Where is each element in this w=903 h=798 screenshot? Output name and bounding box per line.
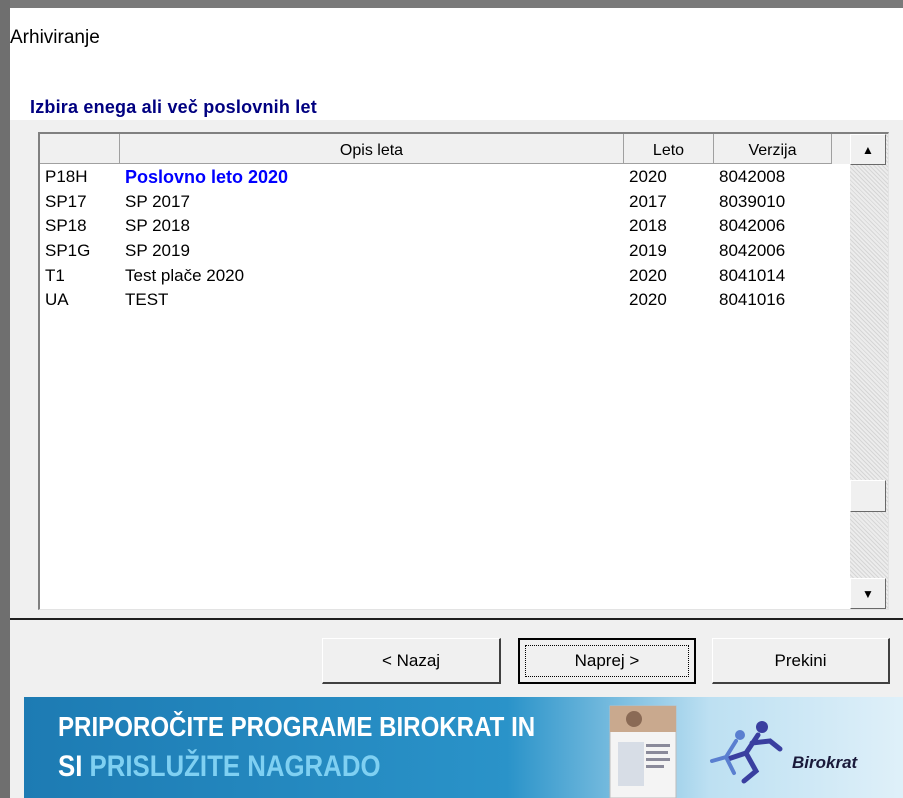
table-row[interactable]: P18H Poslovno leto 2020 2020 8042008 [40, 165, 850, 190]
cancel-button[interactable]: Prekini [712, 638, 890, 684]
column-header-version[interactable]: Verzija [714, 134, 832, 164]
business-years-grid[interactable]: Opis leta Leto Verzija P18H Poslovno let… [38, 132, 889, 610]
cell-version: 8039010 [719, 191, 786, 211]
cell-version: 8042006 [719, 216, 786, 236]
scroll-up-arrow-icon: ▲ [862, 142, 874, 157]
cell-code: UA [45, 290, 69, 310]
table-row[interactable]: UA TEST 2020 8041016 [40, 288, 850, 313]
banner-subline-prefix: SI [58, 750, 90, 783]
book-image-icon [609, 705, 677, 798]
table-row[interactable]: SP1G SP 2019 2019 8042006 [40, 239, 850, 264]
cell-year: 2020 [629, 265, 667, 285]
cell-description: SP 2019 [125, 241, 190, 261]
scroll-up-button[interactable]: ▲ [850, 134, 886, 165]
cell-code: P18H [45, 167, 88, 187]
window-frame-top [0, 0, 903, 8]
archive-dialog: Arhiviranje Izbira enega ali več poslovn… [0, 0, 903, 798]
cell-code: SP17 [45, 191, 87, 211]
grid-header: Opis leta Leto Verzija [40, 134, 850, 164]
scrollbar-thumb[interactable] [850, 480, 886, 512]
column-header-description[interactable]: Opis leta [120, 134, 624, 164]
table-row[interactable]: SP18 SP 2018 2018 8042006 [40, 214, 850, 239]
section-title: Izbira enega ali več poslovnih let [30, 97, 317, 117]
promo-banner[interactable]: PRIPOROČITE PROGRAME BIROKRAT IN SI PRIS… [24, 697, 903, 798]
focus-rectangle [525, 645, 689, 677]
next-button[interactable]: Naprej > [518, 638, 696, 684]
column-header-year[interactable]: Leto [624, 134, 714, 164]
cell-year: 2018 [629, 216, 667, 236]
cell-year: 2017 [629, 191, 667, 211]
cell-version: 8042008 [719, 167, 786, 187]
cell-description: Poslovno leto 2020 [125, 166, 289, 187]
cell-description: TEST [125, 290, 169, 310]
brand-name: Birokrat [792, 753, 858, 772]
cell-code: T1 [45, 265, 65, 285]
footer-separator [10, 618, 903, 620]
window-frame-left [0, 0, 10, 798]
back-button[interactable]: < Nazaj [322, 638, 501, 684]
cell-version: 8041014 [719, 265, 786, 285]
cell-description: SP 2018 [125, 216, 190, 236]
cell-year: 2020 [629, 290, 667, 310]
grid-rows: P18H Poslovno leto 2020 2020 8042008 SP1… [40, 165, 850, 313]
vertical-scrollbar[interactable]: ▲ ▼ [850, 134, 888, 609]
runners-logo-icon [710, 721, 783, 784]
cell-year: 2020 [629, 167, 667, 187]
banner-subline: SI PRISLUŽITE NAGRADO [58, 750, 381, 784]
banner-subline-accent: PRISLUŽITE NAGRADO [89, 750, 381, 783]
cell-year: 2019 [629, 241, 667, 261]
table-row[interactable]: SP17 SP 2017 2017 8039010 [40, 190, 850, 215]
cell-description: Test plače 2020 [125, 265, 245, 285]
cell-code: SP1G [45, 241, 91, 261]
cell-code: SP18 [45, 216, 87, 236]
table-row[interactable]: T1 Test plače 2020 2020 8041014 [40, 263, 850, 288]
scroll-down-button[interactable]: ▼ [850, 578, 886, 609]
column-header-code[interactable] [40, 134, 120, 164]
banner-headline: PRIPOROČITE PROGRAME BIROKRAT IN [58, 711, 536, 742]
dialog-title: Arhiviranje [10, 27, 100, 48]
cell-version: 8042006 [719, 241, 786, 261]
scroll-down-arrow-icon: ▼ [862, 586, 874, 601]
cell-version: 8041016 [719, 290, 786, 310]
cell-description: SP 2017 [125, 191, 190, 211]
